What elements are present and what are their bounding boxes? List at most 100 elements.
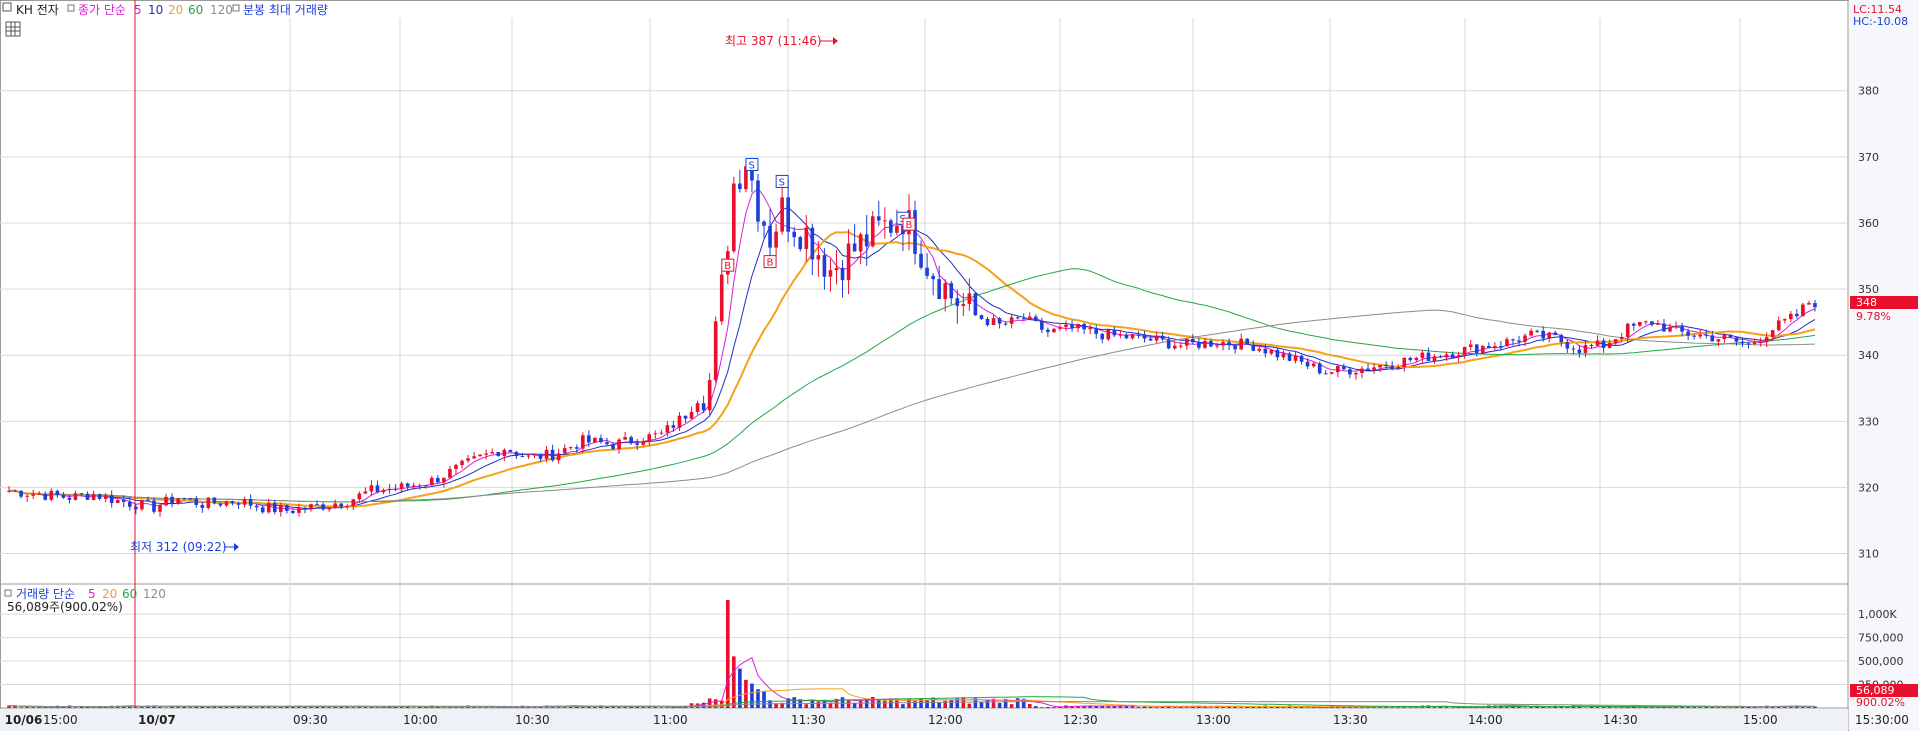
candle-body xyxy=(152,500,156,512)
legend-toggle-icon[interactable] xyxy=(2,2,12,12)
candle-body xyxy=(1003,323,1008,325)
candle-body xyxy=(538,454,543,459)
candle-body xyxy=(870,216,875,247)
candle-body xyxy=(13,490,17,492)
price-tick-label: 340 xyxy=(1858,349,1879,362)
candle-body xyxy=(1046,329,1050,333)
candle-body xyxy=(411,485,416,487)
candle-body xyxy=(689,411,694,419)
candle-body xyxy=(1656,323,1660,325)
last-price-change: 9.78% xyxy=(1856,310,1891,323)
candle-body xyxy=(1547,332,1552,339)
low-arrow-head xyxy=(234,543,239,551)
volume-bar xyxy=(925,700,929,708)
volume-bar xyxy=(1046,706,1050,708)
volume-tick-label: 1,000K xyxy=(1858,608,1897,621)
time-tick-label: 12:30 xyxy=(1063,713,1098,727)
volume-bar xyxy=(478,707,482,708)
volume-bar xyxy=(73,707,78,708)
candle-body xyxy=(1203,340,1207,348)
candle-body xyxy=(1686,331,1690,336)
candle-body xyxy=(1740,341,1745,344)
grid-toggle-icon[interactable] xyxy=(5,21,21,37)
stock-chart[interactable]: 310320330340350360370380 250,000500,0007… xyxy=(0,0,1919,731)
volume-bar xyxy=(1221,706,1225,708)
candle-body xyxy=(532,454,537,456)
candle-body xyxy=(1650,321,1654,325)
candle-body xyxy=(762,221,766,226)
volume-bar xyxy=(659,707,664,708)
candle-body xyxy=(1233,345,1237,350)
candle-body xyxy=(1396,367,1401,369)
volume-ma-period-60: 60 xyxy=(122,587,137,601)
price-tick-label: 380 xyxy=(1858,85,1879,98)
candle-body xyxy=(1082,324,1086,330)
candle-body xyxy=(671,425,676,428)
volume-bar xyxy=(1172,707,1177,708)
candle-body xyxy=(1493,346,1497,348)
candle-body xyxy=(846,243,851,281)
candle-body xyxy=(1040,320,1044,330)
grid xyxy=(0,18,1848,708)
candle-body xyxy=(617,439,621,449)
volume-bar xyxy=(303,707,307,708)
chart-frame xyxy=(0,0,1919,731)
candle-body xyxy=(883,220,887,222)
volume-bar xyxy=(1613,707,1618,708)
volume-bar xyxy=(1432,707,1437,708)
symbol-label[interactable]: KH 전자 xyxy=(16,3,59,17)
candle-body xyxy=(423,485,428,487)
price-tick-label: 330 xyxy=(1858,415,1879,428)
volume-bar xyxy=(1523,707,1527,708)
volume-bar xyxy=(1154,707,1159,708)
signal-letter: B xyxy=(724,261,731,272)
volume-bar xyxy=(816,701,821,708)
candle-body xyxy=(804,227,809,250)
candle-body xyxy=(333,503,337,508)
candle-body xyxy=(67,497,72,500)
candle-body xyxy=(955,298,960,306)
ma-line-60 xyxy=(8,268,1816,503)
volume-bar xyxy=(1444,707,1449,708)
volume-bar xyxy=(1565,707,1570,708)
ma-period-10: 10 xyxy=(148,3,163,17)
candle-body xyxy=(1710,335,1715,342)
volume-bar xyxy=(1583,707,1588,708)
signal-letter: S xyxy=(748,160,754,171)
candle-body xyxy=(1456,355,1461,358)
volume-bar xyxy=(351,707,356,708)
candle-body xyxy=(315,504,319,506)
candle-body xyxy=(979,315,984,319)
candle-body xyxy=(1317,363,1322,374)
candle-body xyxy=(1299,355,1304,362)
candle-body xyxy=(182,498,186,500)
candle-body xyxy=(1752,342,1757,344)
candle-body xyxy=(774,231,778,248)
candle-body xyxy=(1058,326,1062,329)
chart-svg[interactable]: 310320330340350360370380 250,000500,0007… xyxy=(0,0,1919,731)
candle-body xyxy=(1088,328,1092,330)
candle-body xyxy=(1474,344,1479,354)
volume-bar xyxy=(593,706,597,708)
volume-bar xyxy=(1601,707,1606,708)
volume-bar xyxy=(804,704,809,708)
candle-body xyxy=(810,227,815,260)
volume-bar xyxy=(272,707,277,708)
candle-body xyxy=(1499,346,1503,348)
candle-body xyxy=(1692,335,1696,337)
candle-body xyxy=(146,499,150,501)
volume-bar xyxy=(1758,707,1763,708)
candle-body xyxy=(599,438,603,443)
candle-body xyxy=(1269,350,1274,354)
candle-body xyxy=(816,255,821,260)
volume-tick-label: 500,000 xyxy=(1858,655,1904,668)
time-tick-label: 10/06 xyxy=(5,713,43,727)
volume-bar xyxy=(937,702,941,708)
volume-bar xyxy=(967,703,972,708)
time-tick-label: 11:30 xyxy=(791,713,826,727)
volume-bar xyxy=(581,706,585,708)
candle-body xyxy=(1178,345,1183,347)
candle-body xyxy=(562,448,567,454)
volume-bar xyxy=(31,707,35,708)
volume-legend-icon xyxy=(232,4,240,12)
